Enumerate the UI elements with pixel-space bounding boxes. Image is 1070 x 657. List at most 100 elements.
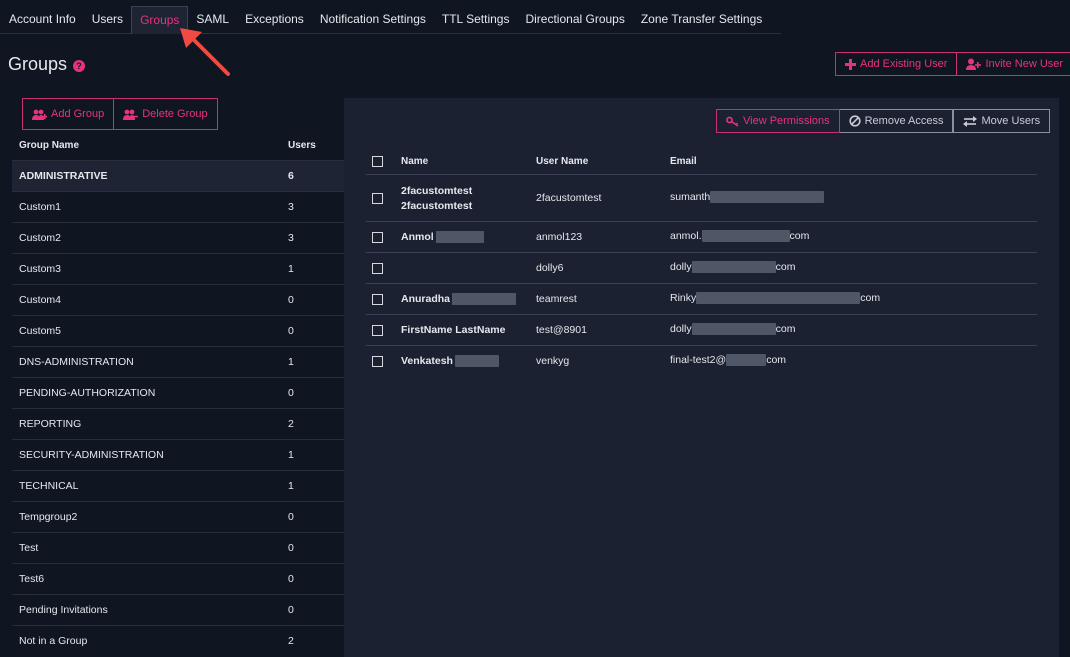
group-row[interactable]: REPORTING 2 — [12, 408, 344, 439]
user-name-line: Anmol — [401, 231, 434, 243]
users-minus-icon — [123, 109, 139, 120]
group-name: Pending Invitations — [19, 604, 108, 616]
move-users-button[interactable]: Move Users — [953, 109, 1051, 133]
checkbox-icon — [372, 232, 383, 243]
tab-notification-settings[interactable]: Notification Settings — [312, 6, 434, 34]
row-checkbox[interactable] — [372, 193, 383, 207]
tab-groups[interactable]: Groups — [131, 6, 189, 34]
tab-saml[interactable]: SAML — [188, 6, 237, 34]
group-row[interactable]: Tempgroup2 0 — [12, 501, 344, 532]
question-circle-icon[interactable]: ? — [73, 60, 86, 72]
checkbox-icon — [372, 193, 383, 204]
user-username: 2facustomtest — [536, 192, 602, 204]
checkbox-icon — [372, 156, 383, 167]
group-row[interactable]: Custom1 3 — [12, 191, 344, 222]
group-row[interactable]: Custom3 1 — [12, 253, 344, 284]
row-checkbox[interactable] — [372, 232, 383, 246]
group-row[interactable]: Custom5 0 — [12, 315, 344, 346]
email-suffix: com — [860, 292, 881, 304]
table-row: Anuradha teamrest Rinky com — [366, 284, 1037, 315]
redacted-block — [710, 191, 825, 203]
group-user-count: 3 — [288, 201, 294, 213]
group-row[interactable]: ADMINISTRATIVE 6 — [12, 160, 344, 191]
tab-users[interactable]: Users — [84, 6, 131, 34]
column-header-group-name: Group Name — [19, 140, 80, 151]
redacted-block — [452, 293, 517, 305]
table-row: Venkatesh venkyg final-test2@ com — [366, 346, 1037, 377]
group-name: PENDING-AUTHORIZATION — [19, 387, 156, 399]
users-table-header: Name User Name Email — [366, 148, 1037, 175]
group-name: DNS-ADMINISTRATION — [19, 356, 134, 368]
email-suffix: com — [775, 323, 796, 335]
group-user-count: 3 — [288, 232, 294, 244]
group-row[interactable]: TECHNICAL 1 — [12, 470, 344, 501]
user-name: Anuradha — [401, 293, 517, 305]
group-name: Custom3 — [19, 263, 62, 275]
users-table: Name User Name Email 2facustomtest 2facu… — [366, 148, 1037, 377]
group-row[interactable]: Test 0 — [12, 532, 344, 563]
group-row[interactable]: SECURITY-ADMINISTRATION 1 — [12, 439, 344, 470]
email-prefix: Rinky — [670, 292, 697, 304]
column-header-name: Name — [401, 156, 429, 167]
plus-icon — [845, 58, 856, 70]
user-name-line: 2facustomtest — [401, 185, 473, 197]
email-prefix: sumanth — [670, 191, 711, 203]
group-user-count: 1 — [288, 356, 294, 368]
invite-new-user-button[interactable]: Invite New User — [957, 52, 1070, 76]
delete-group-button[interactable]: Delete Group — [114, 98, 218, 130]
view-permissions-button[interactable]: View Permissions — [716, 109, 840, 133]
tab-zone-transfer-settings[interactable]: Zone Transfer Settings — [633, 6, 770, 34]
group-user-count: 0 — [288, 542, 294, 554]
user-email: sumanth — [670, 191, 825, 203]
settings-tabs: Account Info Users Groups SAML Exception… — [0, 6, 781, 34]
email-prefix: anmol. — [670, 230, 702, 242]
group-name: REPORTING — [19, 418, 82, 430]
tab-exceptions[interactable]: Exceptions — [237, 6, 312, 34]
group-row[interactable]: DNS-ADMINISTRATION 1 — [12, 346, 344, 377]
email-prefix: final-test2@ — [670, 354, 727, 366]
add-existing-user-button[interactable]: Add Existing User — [835, 52, 958, 76]
select-all-checkbox[interactable] — [372, 156, 383, 170]
user-name: Venkatesh — [401, 355, 499, 367]
group-name: Not in a Group — [19, 635, 88, 647]
view-permissions-label: View Permissions — [743, 115, 830, 127]
group-row[interactable]: PENDING-AUTHORIZATION 0 — [12, 377, 344, 408]
group-row[interactable]: Not in a Group 2 — [12, 625, 344, 656]
redacted-block — [454, 355, 499, 367]
redacted-block — [435, 231, 484, 243]
checkbox-icon — [372, 263, 383, 274]
row-checkbox[interactable] — [372, 325, 383, 339]
tab-ttl-settings[interactable]: TTL Settings — [434, 6, 518, 34]
group-row[interactable]: Test6 0 — [12, 563, 344, 594]
tab-account-info[interactable]: Account Info — [0, 6, 84, 34]
column-header-users: Users — [288, 140, 316, 151]
group-user-count: 1 — [288, 263, 294, 275]
user-email: dolly com — [670, 261, 795, 273]
group-row[interactable]: Custom2 3 — [12, 222, 344, 253]
group-row[interactable]: Custom4 0 — [12, 284, 344, 315]
group-actions: Add Group Delete Group — [22, 98, 218, 130]
group-name: Custom1 — [19, 201, 62, 213]
user-name: Anmol — [401, 231, 484, 243]
tab-directional-groups[interactable]: Directional Groups — [517, 6, 632, 34]
row-checkbox[interactable] — [372, 263, 383, 277]
user-name-line: 2facustomtest — [401, 200, 473, 212]
group-user-count: 6 — [288, 170, 294, 182]
group-name: SECURITY-ADMINISTRATION — [19, 449, 164, 461]
table-row: 2facustomtest 2facustomtest 2facustomtes… — [366, 175, 1037, 222]
group-row[interactable]: Pending Invitations 0 — [12, 594, 344, 625]
add-group-label: Add Group — [51, 108, 105, 120]
add-group-button[interactable]: Add Group — [22, 98, 115, 130]
groups-panel: Add Group Delete Group Group Name Users … — [12, 98, 344, 657]
table-row: Anmol anmol123 anmol. com — [366, 222, 1037, 253]
group-name: Test6 — [19, 573, 45, 585]
email-suffix: com — [789, 230, 810, 242]
remove-access-button[interactable]: Remove Access — [839, 109, 954, 133]
row-checkbox[interactable] — [372, 294, 383, 308]
redacted-block — [701, 230, 790, 242]
row-checkbox[interactable] — [372, 356, 383, 370]
groups-list: ADMINISTRATIVE 6 Custom1 3 Custom2 3 Custom… — [12, 160, 344, 656]
user-username: dolly6 — [536, 262, 564, 274]
group-name: Tempgroup2 — [19, 511, 78, 523]
top-actions: Add Existing User Invite New User — [835, 52, 1070, 76]
